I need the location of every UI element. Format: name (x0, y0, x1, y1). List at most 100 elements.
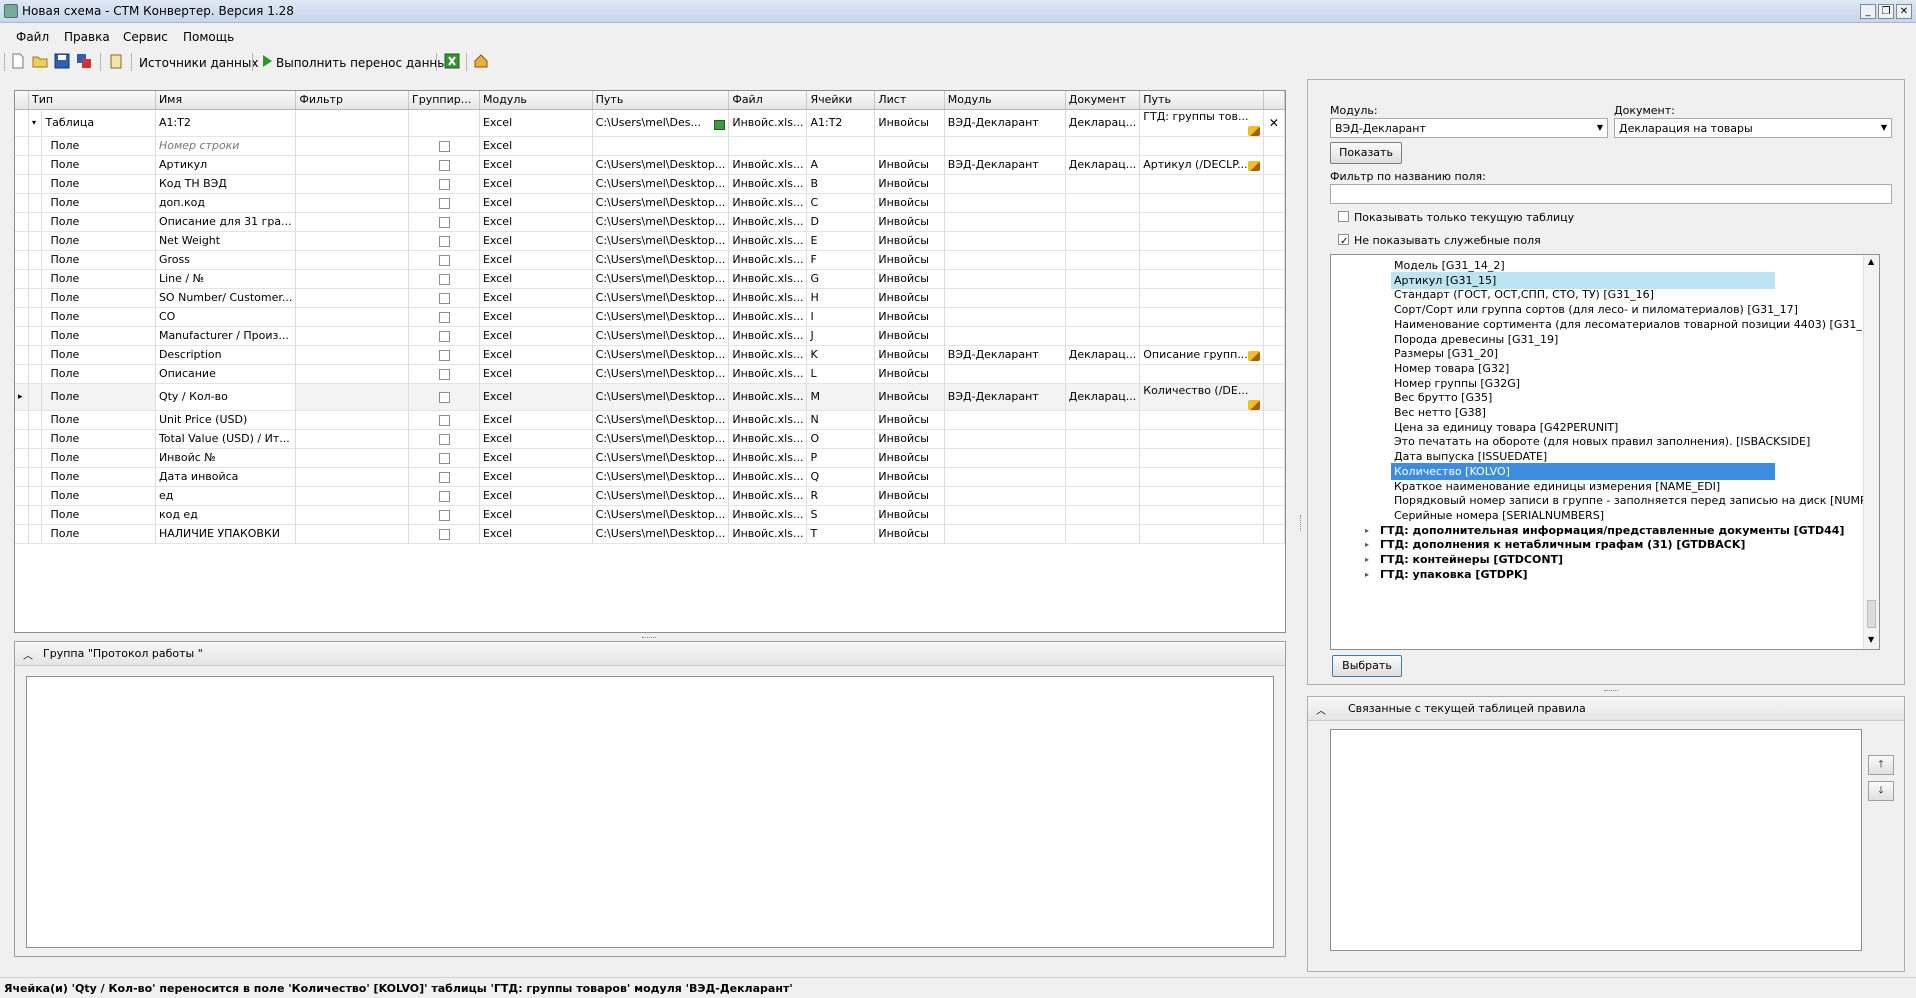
table-row[interactable]: Поле Описание для 31 гра... Excel C:\Users\… (15, 212, 1285, 232)
group-checkbox[interactable] (438, 140, 450, 152)
cell-path[interactable]: C:\Users\mel\Desktop... (592, 269, 730, 289)
cell-target-path[interactable] (1139, 326, 1264, 346)
cell-sheet[interactable]: Инвойсы (874, 326, 945, 346)
cell-file[interactable] (728, 136, 808, 156)
data-sources-button[interactable]: Источники данных (139, 56, 258, 70)
cell-type[interactable]: Поле (41, 524, 156, 544)
cell-document[interactable] (1065, 193, 1141, 213)
cell-path[interactable] (592, 136, 730, 156)
cell-name[interactable]: Код ТН ВЭД (155, 174, 297, 194)
cell-group[interactable] (408, 193, 480, 213)
cell-cells[interactable]: F (806, 250, 876, 270)
cell-group[interactable] (408, 364, 480, 384)
group-checkbox[interactable] (438, 292, 450, 304)
cell-group[interactable] (408, 307, 480, 327)
move-down-icon[interactable]: 🡓 (1868, 781, 1894, 801)
group-checkbox[interactable] (438, 349, 450, 361)
menu-file[interactable]: Файл (16, 30, 49, 44)
cell-document[interactable] (1065, 448, 1141, 468)
cell-type[interactable]: Поле (41, 326, 156, 346)
cell-target-module[interactable] (944, 364, 1066, 384)
cell-target-module[interactable]: ВЭД-Декларант (944, 155, 1066, 175)
cell-target-path[interactable] (1139, 193, 1264, 213)
cell-target-path[interactable] (1139, 364, 1264, 384)
cell-file[interactable]: Инвойс.xls... (728, 364, 808, 384)
cell-sheet[interactable]: Инвойсы (874, 486, 945, 506)
cell-filter[interactable] (295, 231, 410, 251)
clear-mapping-icon[interactable] (1247, 351, 1260, 361)
group-checkbox[interactable] (438, 273, 450, 285)
cell-target-module[interactable] (944, 136, 1066, 156)
cell-target-module[interactable] (944, 486, 1066, 506)
col-type[interactable]: Тип (28, 91, 156, 110)
table-row[interactable]: Поле Артикул Excel C:\Users\mel\Desktop... И… (15, 155, 1285, 175)
cell-module[interactable]: Excel (479, 467, 593, 487)
cell-sheet[interactable]: Инвойсы (874, 109, 945, 137)
cell-cells[interactable]: G (806, 269, 876, 289)
cell-type[interactable]: Поле (41, 307, 156, 327)
cell-type[interactable]: Поле (41, 250, 156, 270)
open-folder-icon[interactable] (32, 53, 48, 69)
cell-module[interactable]: Excel (479, 136, 593, 156)
cell-group[interactable] (408, 383, 480, 411)
cell-path[interactable]: C:\Users\mel\Desktop... (592, 345, 730, 365)
cell-module[interactable]: Excel (479, 429, 593, 449)
cell-group[interactable] (408, 467, 480, 487)
splitter-grip[interactable] (642, 637, 656, 639)
cell-filter[interactable] (295, 269, 410, 289)
cell-filter[interactable] (295, 524, 410, 544)
cell-path[interactable]: C:\Users\mel\Desktop... (592, 364, 730, 384)
menu-help[interactable]: Помощь (183, 30, 234, 44)
expand-icon[interactable]: ▸ (1365, 540, 1369, 549)
cell-filter[interactable] (295, 193, 410, 213)
cell-document[interactable] (1065, 364, 1141, 384)
cell-type[interactable]: Поле (41, 174, 156, 194)
scroll-up-icon[interactable]: ▲ (1868, 257, 1874, 266)
cell-target-path[interactable] (1139, 448, 1264, 468)
cell-group[interactable] (408, 250, 480, 270)
cell-module[interactable]: Excel (479, 193, 593, 213)
move-up-icon[interactable]: 🡑 (1868, 755, 1894, 775)
table-row-parent[interactable]: ▾ Таблица A1:T2 Excel C:\Users\mel\Des..… (15, 109, 1285, 137)
cell-group[interactable] (408, 429, 480, 449)
cell-module[interactable]: Excel (479, 383, 593, 411)
cell-document[interactable] (1065, 136, 1141, 156)
scroll-thumb[interactable] (1867, 600, 1876, 628)
cell-sheet[interactable]: Инвойсы (874, 364, 945, 384)
cell-type[interactable]: Поле (41, 193, 156, 213)
cell-path[interactable]: C:\Users\mel\Desktop... (592, 429, 730, 449)
group-checkbox[interactable] (438, 368, 450, 380)
cell-file[interactable]: Инвойс.xls... (728, 383, 808, 411)
cell-path[interactable]: C:\Users\mel\Desktop... (592, 410, 730, 430)
cell-group[interactable] (408, 326, 480, 346)
cell-module[interactable]: Excel (479, 212, 593, 232)
menu-edit[interactable]: Правка (64, 30, 110, 44)
col-target-module[interactable]: Модуль (944, 91, 1066, 110)
cell-document[interactable] (1065, 212, 1141, 232)
cell-group[interactable] (408, 448, 480, 468)
cell-target-module[interactable] (944, 505, 1066, 525)
related-rules-list[interactable] (1330, 729, 1862, 951)
cell-target-path[interactable] (1139, 524, 1264, 544)
group-checkbox[interactable] (438, 528, 450, 540)
table-row[interactable]: Поле ед Excel C:\Users\mel\Desktop... Инвойс… (15, 486, 1285, 506)
cell-module[interactable]: Excel (479, 231, 593, 251)
cell-filter[interactable] (295, 174, 410, 194)
cell-type[interactable]: Поле (41, 231, 156, 251)
cell-target-path[interactable]: Артикул (/DECLP... (1139, 155, 1264, 175)
col-target-path[interactable]: Путь (1139, 91, 1264, 110)
cell-sheet[interactable]: Инвойсы (874, 524, 945, 544)
tree-scrollbar[interactable]: ▲ ▼ (1863, 255, 1879, 649)
cell-filter[interactable] (295, 410, 410, 430)
cell-name[interactable]: Инвойс № (155, 448, 297, 468)
cell-cells[interactable]: T (806, 524, 876, 544)
table-row[interactable]: Поле Инвойс № Excel C:\Users\mel\Desktop...… (15, 448, 1285, 468)
group-checkbox[interactable] (438, 330, 450, 342)
cell-target-module[interactable] (944, 288, 1066, 308)
cell-target-module[interactable] (944, 524, 1066, 544)
expand-icon[interactable]: ▸ (1365, 526, 1369, 535)
cell-document[interactable] (1065, 410, 1141, 430)
cell-filter[interactable] (295, 288, 410, 308)
cell-cells[interactable]: D (806, 212, 876, 232)
cell-path[interactable]: C:\Users\mel\Desktop... (592, 505, 730, 525)
